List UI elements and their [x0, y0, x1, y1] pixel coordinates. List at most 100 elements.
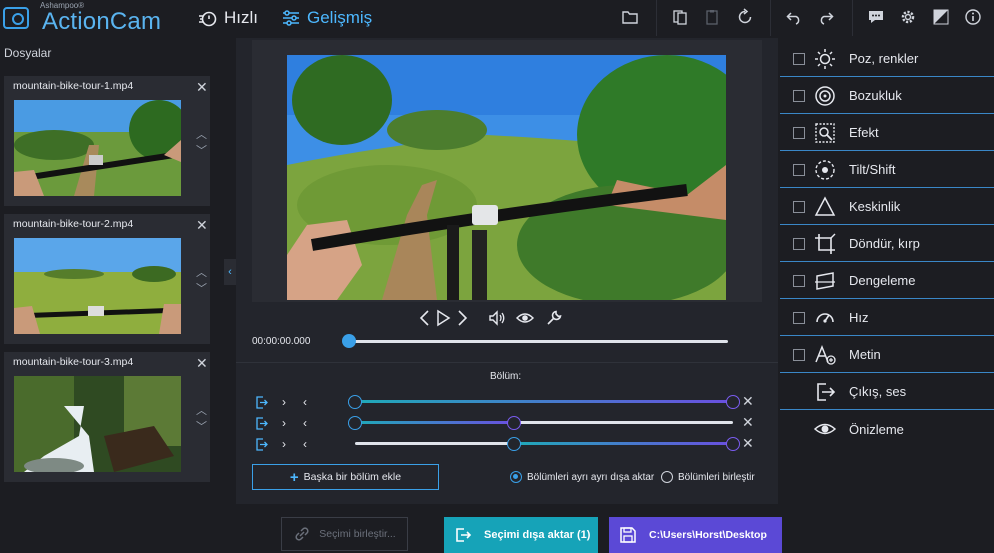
close-icon[interactable]: ✕ [196, 79, 208, 96]
wrench-icon [547, 310, 562, 325]
close-icon[interactable]: ✕ [196, 355, 208, 372]
effect-checkbox[interactable] [793, 200, 805, 213]
close-icon[interactable]: ✕ [196, 217, 208, 234]
chevron-left-icon [419, 310, 429, 326]
effect-label: Çıkış, ses [849, 384, 907, 399]
chevron-right-icon[interactable]: › [277, 395, 291, 409]
merge-sections-radio[interactable]: Bölümleri birleştir [661, 471, 755, 483]
effect-icon [813, 121, 837, 145]
effect-checkbox[interactable] [793, 311, 805, 324]
effect-item-stabilize[interactable]: Dengeleme [780, 263, 994, 299]
move-up-icon[interactable]: ︿ [196, 126, 210, 142]
effect-item-exposure[interactable]: Poz, renkler [780, 41, 994, 77]
sharpness-icon [813, 195, 837, 219]
file-item[interactable]: mountain-bike-tour-2.mp4 ✕ ︿ ﹀ [4, 214, 210, 344]
mode-advanced-button[interactable]: Gelişmiş [281, 7, 372, 29]
section-row[interactable]: › ‹ ✕ [252, 393, 762, 410]
tools-button[interactable] [545, 308, 563, 328]
remove-section-icon[interactable]: ✕ [742, 435, 754, 452]
effect-item-text[interactable]: Metin [780, 337, 994, 373]
effect-checkbox[interactable] [793, 126, 805, 139]
remove-section-icon[interactable]: ✕ [742, 393, 754, 410]
section-start-handle[interactable] [348, 395, 362, 409]
chevron-right-icon[interactable]: › [277, 416, 291, 430]
timeline-track[interactable] [347, 340, 728, 343]
folder-icon[interactable] [620, 7, 640, 27]
file-item[interactable]: mountain-bike-tour-1.mp4 ✕ ︿ ﹀ [4, 76, 210, 206]
preview-toggle-button[interactable] [516, 308, 534, 328]
chevron-right-icon [458, 310, 468, 326]
volume-icon [489, 310, 505, 326]
effect-item-effect[interactable]: Efekt [780, 115, 994, 151]
app-window: Ashampoo® ActionCam Hızlı Gelişmiş Dosya… [0, 0, 994, 553]
play-button[interactable] [434, 308, 452, 328]
move-down-icon[interactable]: ﹀ [196, 142, 210, 158]
effect-label: Döndür, kırp [849, 236, 920, 251]
move-down-icon[interactable]: ﹀ [196, 418, 210, 434]
chevron-left-icon[interactable]: ‹ [298, 416, 312, 430]
volume-button[interactable] [488, 308, 506, 328]
feedback-icon[interactable] [866, 7, 886, 27]
effect-checkbox[interactable] [793, 163, 805, 176]
chevron-left-icon[interactable]: ‹ [298, 437, 312, 451]
section-end-handle[interactable] [726, 437, 740, 451]
effect-checkbox[interactable] [793, 274, 805, 287]
undo-icon[interactable] [784, 7, 804, 27]
effect-item-speed[interactable]: Hız [780, 300, 994, 336]
effect-checkbox[interactable] [793, 52, 805, 65]
merge-sections-label: Bölümleri birleştir [678, 471, 755, 483]
section-row[interactable]: › ‹ ✕ [252, 414, 762, 431]
sliders-icon [283, 10, 299, 26]
effect-item-output[interactable]: Çıkış, ses [780, 374, 994, 410]
section-start-handle[interactable] [348, 416, 362, 430]
settings-icon[interactable] [898, 7, 918, 27]
section-start-handle[interactable] [506, 437, 521, 451]
move-up-icon[interactable]: ︿ [196, 264, 210, 280]
section-range [513, 442, 733, 445]
clipboard-icon[interactable] [702, 7, 722, 27]
theme-icon[interactable] [931, 7, 951, 27]
file-name: mountain-bike-tour-3.mp4 [13, 356, 134, 368]
mode-fast-button[interactable]: Hızlı [198, 7, 258, 29]
set-start-icon[interactable] [254, 437, 268, 451]
effect-item-crop[interactable]: Döndür, kırp [780, 226, 994, 262]
effect-item-tilt-shift[interactable]: Tilt/Shift [780, 152, 994, 188]
collapse-panel-button[interactable]: ‹ [224, 259, 236, 285]
save-icon [620, 527, 636, 543]
effect-item-preview[interactable]: Önizleme [780, 411, 994, 447]
top-bar: Ashampoo® ActionCam Hızlı Gelişmiş [0, 0, 994, 38]
effect-item-distortion[interactable]: Bozukluk [780, 78, 994, 114]
playhead-handle[interactable] [342, 334, 356, 348]
effect-checkbox[interactable] [793, 89, 805, 102]
reset-icon[interactable] [735, 7, 755, 27]
set-start-icon[interactable] [254, 395, 268, 409]
merge-selection-button[interactable]: Seçimi birleştir... [281, 517, 408, 551]
copy-icon[interactable] [670, 7, 690, 27]
next-frame-button[interactable] [453, 308, 471, 328]
file-item[interactable]: mountain-bike-tour-3.mp4 ✕ ︿ ﹀ [4, 352, 210, 482]
set-start-icon[interactable] [254, 416, 268, 430]
output-path-button[interactable]: C:\Users\Horst\Desktop [609, 517, 782, 553]
chevron-right-icon[interactable]: › [277, 437, 291, 451]
section-end-handle[interactable] [506, 416, 521, 430]
effect-checkbox[interactable] [793, 348, 805, 361]
export-separately-radio[interactable]: Bölümleri ayrı ayrı dışa aktar [510, 471, 654, 483]
mode-advanced-label: Gelişmiş [307, 8, 373, 27]
add-section-button[interactable]: + Başka bir bölüm ekle [252, 464, 439, 490]
move-up-icon[interactable]: ︿ [196, 402, 210, 418]
effect-label: Poz, renkler [849, 51, 919, 66]
speed-icon [813, 306, 837, 330]
info-icon[interactable] [963, 7, 983, 27]
effect-label: Önizleme [849, 421, 904, 437]
remove-section-icon[interactable]: ✕ [742, 414, 754, 431]
effect-item-sharpness[interactable]: Keskinlik [780, 189, 994, 225]
previous-frame-button[interactable] [416, 308, 434, 328]
section-row[interactable]: › ‹ ✕ [252, 435, 762, 452]
effect-checkbox[interactable] [793, 237, 805, 250]
chevron-left-icon[interactable]: ‹ [298, 395, 312, 409]
move-down-icon[interactable]: ﹀ [196, 280, 210, 296]
redo-icon[interactable] [816, 7, 836, 27]
add-section-label: Başka bir bölüm ekle [303, 471, 402, 483]
export-selection-button[interactable]: Seçimi dışa aktar (1) [444, 517, 598, 553]
section-end-handle[interactable] [726, 395, 740, 409]
